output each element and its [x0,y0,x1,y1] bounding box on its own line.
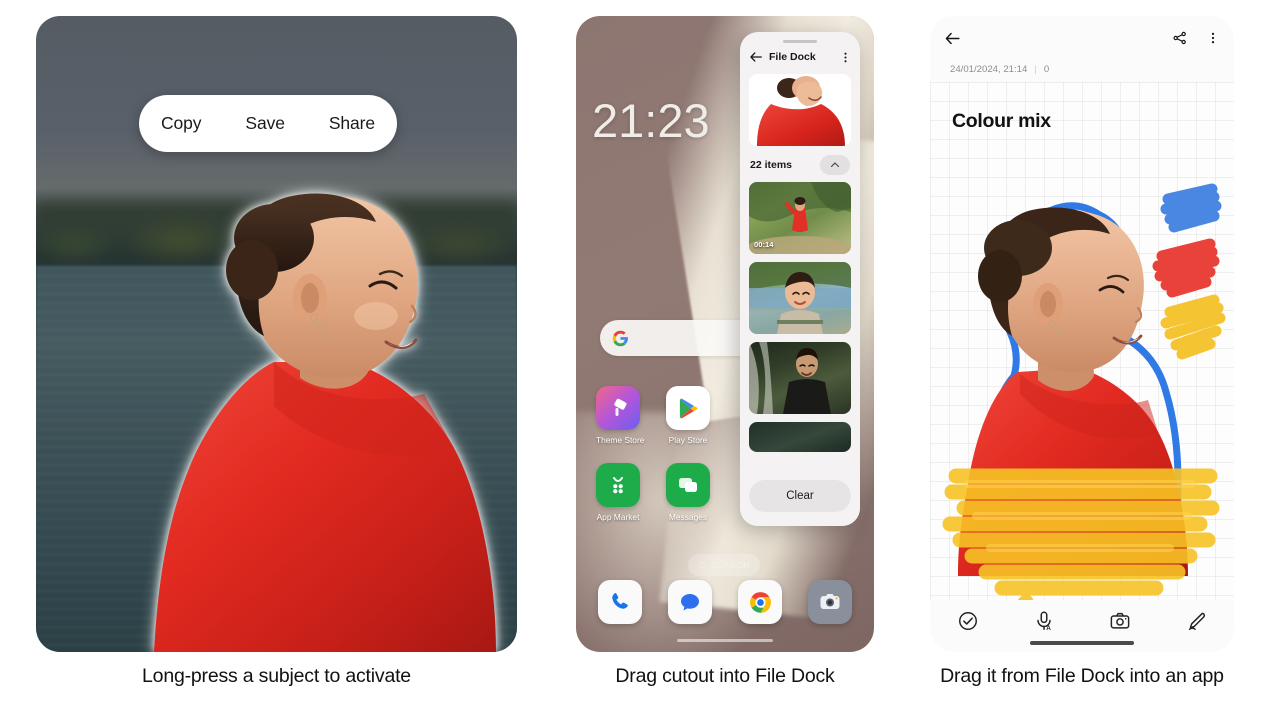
app-app-market[interactable]: App Market [596,463,640,522]
note-canvas[interactable]: Colour mix [930,82,1234,600]
note-timestamp: 24/01/2024, 21:14 [950,64,1028,75]
note-meta: 24/01/2024, 21:14 | 0 [930,60,1234,83]
subject-cutout[interactable] [124,166,517,652]
highlight-scribble-yellow-block [942,468,1220,600]
item-count-row: 22 items [740,146,860,182]
app-play-store[interactable]: Play Store [666,386,710,445]
home-indicator [677,639,773,642]
phone-icon[interactable] [598,580,642,624]
play-store-icon [666,386,710,430]
chrome-icon[interactable] [738,580,782,624]
file-dock-sheet[interactable]: File Dock 22 items 00:14 Clear [740,32,860,526]
save-button[interactable]: Save [239,109,291,138]
draw-pen-icon[interactable] [1185,610,1207,632]
file-dock-header: File Dock [740,43,860,68]
checklist-icon[interactable] [957,610,979,632]
home-indicator [1030,641,1134,645]
app-messages[interactable]: Messages [666,463,710,522]
chevron-up-icon [830,162,840,168]
copy-button[interactable]: Copy [155,109,207,138]
back-arrow-icon[interactable] [944,30,961,47]
note-word-count: 0 [1043,64,1050,75]
panel-notes-app: 24/01/2024, 21:14 | 0 Colour mix A [930,16,1234,652]
file-dock-title: File Dock [769,51,816,63]
clear-button-container: Clear [740,470,860,526]
context-action-pill[interactable]: Copy Save Share [139,95,397,152]
notes-top-actions [1172,30,1220,46]
clear-button[interactable]: Clear [749,480,851,512]
home-dock [576,580,874,624]
app-theme-store[interactable]: Theme Store [596,386,645,445]
camera-icon[interactable] [1109,610,1131,632]
share-icon[interactable] [1172,30,1188,46]
theme-store-icon [596,386,640,430]
caption-panel-1: Long-press a subject to activate [142,665,411,687]
app-label: Play Store [668,435,708,445]
search-pill-label: SEARCH [711,560,750,570]
highlight-scribble-yellow [1160,294,1226,360]
voice-input-icon[interactable]: A [1033,610,1055,632]
note-title[interactable]: Colour mix [952,110,1051,133]
video-duration: 00:14 [754,240,774,249]
more-vertical-icon[interactable] [1206,31,1220,45]
more-vertical-icon[interactable] [839,51,852,64]
search-pill[interactable]: SEARCH [688,554,760,576]
app-label: App Market [596,512,640,522]
meta-separator: | [1034,64,1037,75]
search-icon [698,561,707,569]
camera-icon[interactable] [808,580,852,624]
google-g-icon [612,330,628,346]
caption-panel-2: Drag cutout into File Dock [615,665,835,687]
video-thumbnail[interactable]: 00:14 [749,182,851,254]
panel-long-press: Copy Save Share [36,16,517,652]
photo-thumbnail[interactable] [749,262,851,334]
home-clock: 21:23 [592,94,710,147]
svg-text:A: A [1046,625,1051,632]
photo-thumbnail[interactable] [749,422,851,452]
back-arrow-icon[interactable] [749,50,763,64]
item-count: 22 items [750,159,793,171]
app-label: Messages [668,512,708,522]
thumbnail-list: 00:14 [740,182,860,452]
messages-icon[interactable] [668,580,712,624]
photo-thumbnail[interactable] [749,342,851,414]
caption-panel-3: Drag it from File Dock into an app [940,665,1224,687]
screenshot-root: Copy Save Share Long-press a subject to … [0,0,1270,714]
cutout-preview[interactable] [749,74,851,146]
notes-top-bar [930,16,1234,60]
app-market-icon [596,463,640,507]
collapse-button[interactable] [820,155,850,175]
share-button[interactable]: Share [323,109,381,138]
app-label: Theme Store [596,435,645,445]
messages-icon [666,463,710,507]
